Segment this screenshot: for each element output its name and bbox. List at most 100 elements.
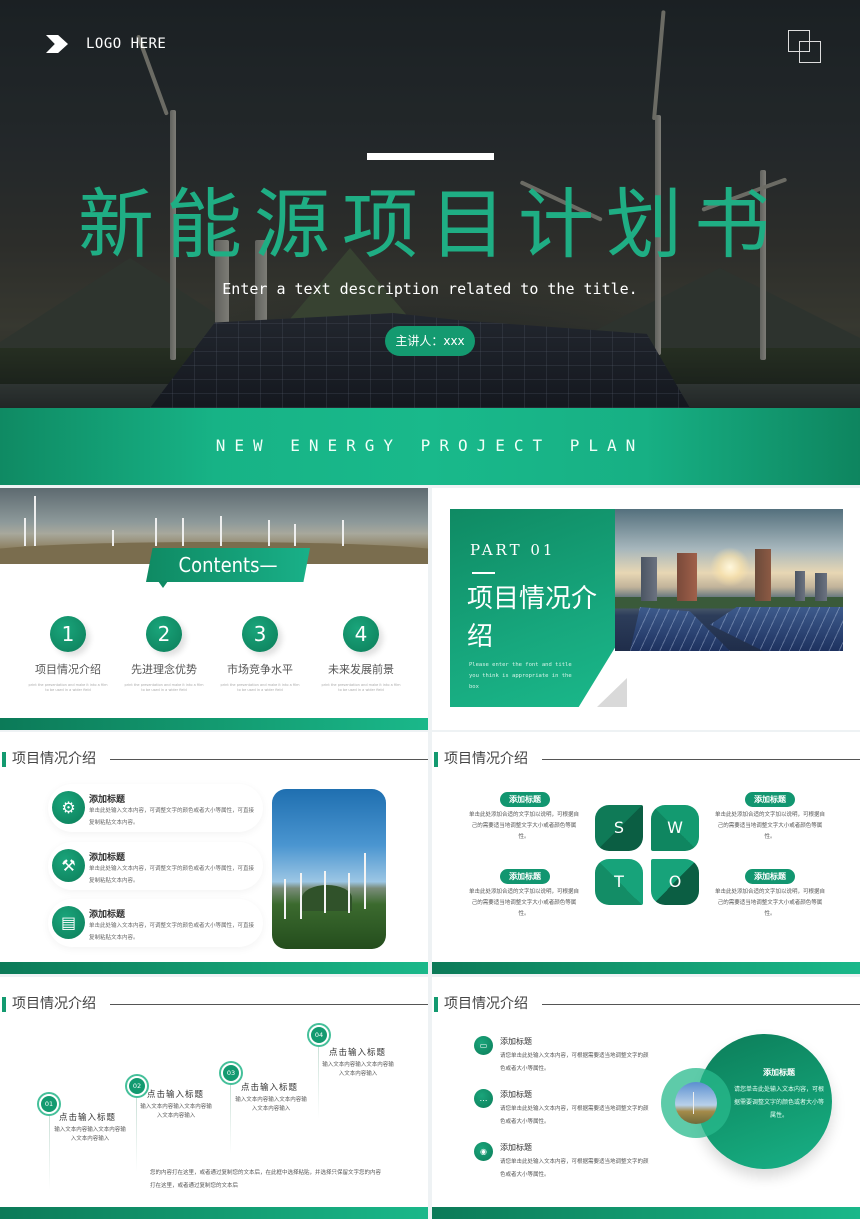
circle-item-title: 添加标题 — [500, 1090, 532, 1099]
part-desc: Please enter the font and title you thin… — [469, 662, 572, 690]
cover-slide: LOGO HERE 新能源项目计划书 Enter a text descript… — [0, 0, 860, 485]
swot-petal-t: T — [595, 859, 643, 905]
timeline-title: 点击输入标题 — [59, 1113, 117, 1123]
location-icon: ◉ — [474, 1142, 493, 1161]
feature-title: 添加标题 — [89, 795, 126, 805]
feature-card[interactable]: ⚒ 添加标题 单击此处输入文本内容，可调整文字的颜色或者大小等属性，可直接复制粘… — [48, 842, 263, 890]
contents-label: 市场竞争水平 — [227, 663, 293, 676]
circle-slide[interactable]: 项目情况介绍 ▭ 添加标题 请您单击此处输入文本内容，可根据需要适当地调整文字的… — [432, 977, 860, 1219]
part-title: 项目情况介绍 — [467, 584, 598, 652]
timeline-step-03: 03 — [221, 1063, 241, 1083]
contents-item[interactable]: 4 未来发展前景 print the presentation and make… — [311, 616, 411, 693]
feature-card[interactable]: ▤ 添加标题 单击此处输入文本内容，可调整文字的颜色或者大小等属性，可直接复制粘… — [48, 899, 263, 947]
part-label: PART 01 — [470, 541, 556, 559]
features-slide[interactable]: 项目情况介绍 ⚙ 添加标题 单击此处输入文本内容，可调整文字的颜色或者大小等属性… — [0, 732, 428, 974]
highlight-desc: 请您单击此处输入文本内容，可根据需要调整文字的颜色或者大小等属性。 — [734, 1086, 825, 1119]
contents-desc: print the presentation and make it into … — [28, 683, 108, 692]
section-header: 项目情况介绍 — [0, 748, 428, 770]
chevron-right-icon — [46, 35, 68, 53]
swot-desc-s: 单击此处添加合适的文字加以说明，可根据自己的需要适当地调整文字大小或者颜色等属性… — [468, 812, 579, 840]
contents-label: 项目情况介绍 — [35, 663, 101, 676]
contents-number: 1 — [50, 616, 86, 652]
circle-item-title: 添加标题 — [500, 1143, 532, 1152]
section-title: 项目情况介绍 — [12, 751, 96, 767]
timeline-desc: 输入文本内容输入文本内容输入文本内容输入 — [54, 1127, 126, 1142]
contents-label: 先进理念优势 — [131, 663, 197, 676]
timeline-title: 点击输入标题 — [147, 1090, 205, 1100]
contents-number: 4 — [343, 616, 379, 652]
message-icon: … — [474, 1089, 493, 1108]
slide-footer-bar — [0, 962, 428, 974]
timeline-desc: 输入文本内容输入文本内容输入文本内容输入 — [140, 1104, 212, 1119]
circle-item-desc: 请您单击此处输入文本内容，可根据需要适当地调整文字的颜色或者大小等属性。 — [500, 1159, 649, 1178]
cover-title: 新能源项目计划书 — [78, 180, 782, 269]
swot-title-w: 添加标题 — [745, 792, 795, 807]
feature-desc: 单击此处输入文本内容，可调整文字的颜色或者大小等属性，可直接复制粘贴文本内容。 — [89, 923, 255, 941]
swot-desc-o: 单击此处添加合适的文字加以说明，可根据自己的需要适当地调整文字大小或者颜色等属性… — [714, 889, 825, 917]
timeline-step-01: 01 — [39, 1094, 59, 1114]
circle-list-item[interactable]: … 添加标题 请您单击此处输入文本内容，可根据需要适当地调整文字的颜色或者大小等… — [474, 1089, 654, 1129]
feature-desc: 单击此处输入文本内容，可调整文字的颜色或者大小等属性，可直接复制粘贴文本内容。 — [89, 808, 255, 826]
contents-banner: Contents— — [146, 548, 310, 582]
section-header: 项目情况介绍 — [0, 993, 428, 1015]
presenter-badge: 主讲人：xxx — [385, 326, 475, 356]
timeline-title: 点击输入标题 — [241, 1083, 299, 1093]
feature-title: 添加标题 — [89, 910, 126, 920]
contents-item[interactable]: 1 项目情况介绍 print the presentation and make… — [18, 616, 118, 693]
swot-petal-o: O — [651, 859, 699, 905]
part-slide[interactable]: PART 01 项目情况介绍 Please enter the font and… — [432, 488, 860, 730]
section-title: 项目情况介绍 — [12, 996, 96, 1012]
timeline-step-04: 04 — [309, 1025, 329, 1045]
circle-item-title: 添加标题 — [500, 1037, 532, 1046]
slide-footer-bar — [432, 1207, 860, 1219]
swot-petal-w: W — [651, 805, 699, 851]
timeline-slide[interactable]: 项目情况介绍 01 点击输入标题 输入文本内容输入文本内容输入文本内容输入 02… — [0, 977, 428, 1219]
gear-icon: ⚙ — [52, 791, 85, 824]
contents-desc: print the presentation and make it into … — [124, 683, 204, 692]
swot-slide[interactable]: 项目情况介绍 添加标题 单击此处添加合适的文字加以说明，可根据自己的需要适当地调… — [432, 732, 860, 974]
contents-item[interactable]: 2 先进理念优势 print the presentation and make… — [114, 616, 214, 693]
slide-footer-bar — [0, 1207, 428, 1219]
swot-title-s: 添加标题 — [500, 792, 550, 807]
city-solar-photo — [615, 509, 843, 651]
circle-item-desc: 请您单击此处输入文本内容，可根据需要适当地调整文字的颜色或者大小等属性。 — [500, 1106, 649, 1125]
timeline-desc: 输入文本内容输入文本内容输入文本内容输入 — [235, 1097, 307, 1112]
timeline-step-02: 02 — [127, 1076, 147, 1096]
page-fold — [597, 678, 627, 707]
slide-footer-bar — [432, 962, 860, 974]
contents-number: 3 — [242, 616, 278, 652]
swot-desc-w: 单击此处添加合适的文字加以说明，可根据自己的需要适当地调整文字大小或者颜色等属性… — [714, 812, 825, 840]
timeline-note: 您的内容打在这里，或者通过复制您的文本后，在此框中选择粘贴，并选择只保留文字您的… — [150, 1170, 382, 1189]
wind-turbine-photo — [272, 789, 386, 949]
contents-slide[interactable]: Contents— 1 项目情况介绍 print the presentatio… — [0, 488, 428, 730]
cover-subtitle: Enter a text description related to the … — [222, 280, 638, 298]
slide-footer-bar — [0, 718, 428, 730]
wind-turbine-thumbnail — [675, 1082, 717, 1124]
highlight-title: 添加标题 — [763, 1068, 795, 1077]
tools-icon: ⚒ — [52, 849, 85, 882]
calendar-icon: ▤ — [52, 906, 85, 939]
title-accent-bar — [367, 153, 494, 160]
contents-label: 未来发展前景 — [328, 663, 394, 676]
swot-petal-s: S — [595, 805, 643, 851]
circle-list-item[interactable]: ▭ 添加标题 请您单击此处输入文本内容，可根据需要适当地调整文字的颜色或者大小等… — [474, 1036, 654, 1076]
feature-card[interactable]: ⚙ 添加标题 单击此处输入文本内容，可调整文字的颜色或者大小等属性，可直接复制粘… — [48, 784, 263, 832]
logo: LOGO HERE — [46, 35, 166, 53]
logo-text: LOGO HERE — [86, 36, 167, 52]
contents-desc: print the presentation and make it into … — [321, 683, 401, 692]
contents-desc: print the presentation and make it into … — [220, 683, 300, 692]
overlapping-squares-icon — [788, 30, 822, 64]
swot-title-o: 添加标题 — [745, 869, 795, 884]
timeline-desc: 输入文本内容输入文本内容输入文本内容输入 — [322, 1062, 394, 1077]
section-title: 项目情况介绍 — [444, 751, 528, 767]
cover-band-text: NEW ENERGY PROJECT PLAN — [215, 436, 645, 455]
cover-band: NEW ENERGY PROJECT PLAN — [0, 408, 860, 485]
contents-number: 2 — [146, 616, 182, 652]
contents-item[interactable]: 3 市场竞争水平 print the presentation and make… — [210, 616, 310, 693]
swot-desc-t: 单击此处添加合适的文字加以说明，可根据自己的需要适当地调整文字大小或者颜色等属性… — [468, 889, 579, 917]
feature-title: 添加标题 — [89, 853, 126, 863]
section-title: 项目情况介绍 — [444, 996, 528, 1012]
circle-list-item[interactable]: ◉ 添加标题 请您单击此处输入文本内容，可根据需要适当地调整文字的颜色或者大小等… — [474, 1142, 654, 1182]
timeline-title: 点击输入标题 — [329, 1048, 387, 1058]
briefcase-icon: ▭ — [474, 1036, 493, 1055]
